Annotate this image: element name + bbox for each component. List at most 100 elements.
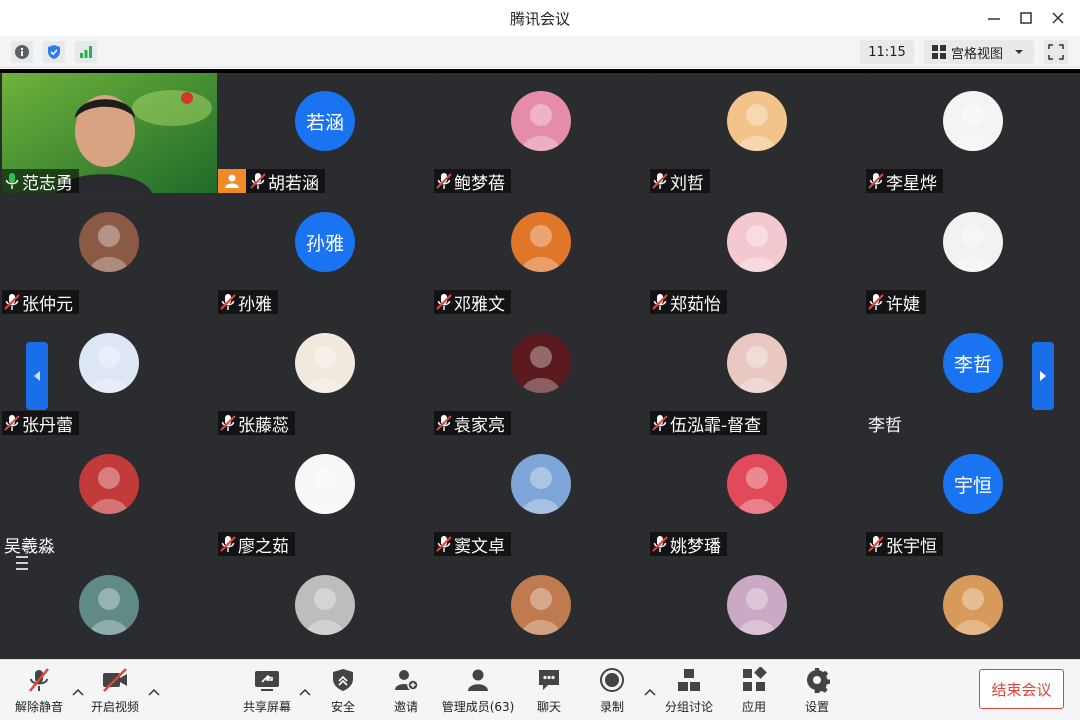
participant-name-bar: 张仲元 [2, 290, 79, 314]
record-label: 录制 [599, 700, 624, 714]
participant-tile[interactable]: 孙雅 孙雅 [218, 194, 433, 314]
share-screen-button[interactable]: 共享屏幕 [232, 666, 302, 718]
record-button[interactable]: 录制 [577, 666, 647, 718]
host-badge [218, 169, 246, 193]
manage-members-label: 管理成员(63) [441, 700, 515, 714]
avatar-image [79, 212, 139, 272]
participant-name: 窦文卓 [454, 536, 505, 557]
record-icon [600, 668, 624, 692]
participant-name-bar: 范志勇 [2, 169, 79, 193]
participant-tile[interactable] [866, 557, 1080, 659]
avatar-image [943, 212, 1003, 272]
participant-name: 张仲元 [22, 294, 73, 315]
participant-name: 李哲 [868, 415, 902, 436]
list-handle-icon[interactable] [12, 552, 32, 574]
arrow-right-icon [1040, 371, 1046, 381]
breakout-rooms-button[interactable]: 分组讨论 [654, 666, 724, 718]
apps-button[interactable]: 应用 [719, 666, 789, 718]
participant-name: 许婕 [886, 294, 920, 315]
minimize-button[interactable] [979, 4, 1009, 32]
view-mode-dropdown[interactable]: 宫格视图 [924, 40, 1034, 64]
participant-tile[interactable]: 邓雅文 [434, 194, 649, 314]
participant-tile[interactable]: 李星烨 [866, 73, 1080, 193]
participant-tile[interactable]: 廖之茹 [218, 436, 433, 556]
participant-name-bar: 李哲 [866, 411, 908, 436]
participant-tile[interactable] [218, 557, 433, 659]
participant-tile[interactable] [2, 557, 217, 659]
avatar-image [943, 91, 1003, 151]
breakout-rooms-label: 分组讨论 [664, 700, 713, 714]
mic-muted-icon [868, 173, 884, 189]
participant-name: 廖之茹 [238, 536, 289, 557]
mic-muted-icon [652, 536, 668, 552]
participant-name: 张丹蕾 [22, 415, 73, 436]
avatar-image [511, 575, 571, 635]
invite-button[interactable]: 邀请 [371, 666, 441, 718]
avatar-image [511, 454, 571, 514]
network-status-button[interactable] [75, 41, 97, 63]
avatar-image [727, 333, 787, 393]
avatar: 孙雅 [295, 212, 355, 272]
participant-name-bar: 胡若涵 [218, 169, 325, 193]
unmute-button[interactable]: 解除静音 [4, 666, 74, 718]
maximize-button[interactable] [1011, 4, 1041, 32]
window-title: 腾讯会议 [509, 10, 570, 28]
mic-off-icon [29, 668, 49, 692]
participant-name-bar: 孙雅 [218, 290, 278, 314]
participant-name-bar: 窦文卓 [434, 532, 511, 556]
participant-tile[interactable]: 刘哲 [650, 73, 865, 193]
mic-muted-icon [220, 294, 236, 310]
participant-tile[interactable]: 袁家亮 [434, 315, 649, 435]
fullscreen-button[interactable] [1044, 40, 1068, 64]
chat-button[interactable]: 聊天 [514, 666, 584, 718]
participant-tile[interactable]: 伍泓霏-督查 [650, 315, 865, 435]
participant-name-bar: 张宇恒 [866, 532, 943, 556]
participant-tile[interactable] [650, 557, 865, 659]
video-options-caret[interactable] [148, 686, 160, 698]
avatar-image [727, 575, 787, 635]
avatar [79, 212, 139, 272]
info-icon [15, 45, 29, 59]
close-button[interactable] [1043, 4, 1073, 32]
end-meeting-button[interactable]: 结束会议 [979, 669, 1064, 709]
avatar [727, 575, 787, 635]
participant-name: 刘哲 [670, 173, 704, 194]
avatar [943, 212, 1003, 272]
participant-name: 伍泓霏-督查 [670, 415, 762, 436]
participant-tile[interactable]: 许婕 [866, 194, 1080, 314]
minimize-icon [988, 18, 1000, 20]
avatar-image [511, 212, 571, 272]
participant-tile[interactable] [434, 557, 649, 659]
avatar-image [943, 575, 1003, 635]
mic-muted-icon [436, 294, 452, 310]
participant-tile[interactable]: 郑茹怡 [650, 194, 865, 314]
participant-tile[interactable]: 窦文卓 [434, 436, 649, 556]
next-page-button[interactable] [1032, 342, 1054, 410]
participant-tile[interactable]: 姚梦璠 [650, 436, 865, 556]
participant-name: 鲍梦蓓 [454, 173, 505, 194]
settings-button[interactable]: 设置 [782, 666, 852, 718]
manage-members-button[interactable]: 管理成员(63) [442, 666, 514, 718]
members-icon [468, 669, 488, 691]
avatar [295, 575, 355, 635]
add-person-icon [395, 670, 419, 691]
start-video-button[interactable]: 开启视频 [80, 666, 150, 718]
avatar [79, 575, 139, 635]
participant-grid: 范志勇 若涵 胡若涵 鲍梦蓓 刘哲 李星烨 张仲元 孙雅 孙雅 邓雅文 郑茹怡 许婕 张丹蕾 张藤蕊 袁家亮… [0, 69, 1080, 659]
participant-tile[interactable]: 吴羲淼 [2, 436, 217, 556]
participant-tile[interactable]: 张藤蕊 [218, 315, 433, 435]
participant-tile[interactable]: 张仲元 [2, 194, 217, 314]
participant-tile[interactable]: 范志勇 [2, 73, 217, 193]
security-button[interactable]: 安全 [308, 666, 378, 718]
participant-tile[interactable]: 若涵 胡若涵 [218, 73, 433, 193]
participant-tile[interactable]: 宇恒 张宇恒 [866, 436, 1080, 556]
participant-name: 孙雅 [238, 294, 272, 315]
avatar [727, 212, 787, 272]
meeting-info-button[interactable] [11, 41, 33, 63]
avatar-image [295, 454, 355, 514]
participant-name: 袁家亮 [454, 415, 505, 436]
start-video-label: 开启视频 [90, 700, 139, 714]
security-status-button[interactable] [43, 41, 65, 63]
previous-page-button[interactable] [26, 342, 48, 410]
participant-tile[interactable]: 鲍梦蓓 [434, 73, 649, 193]
